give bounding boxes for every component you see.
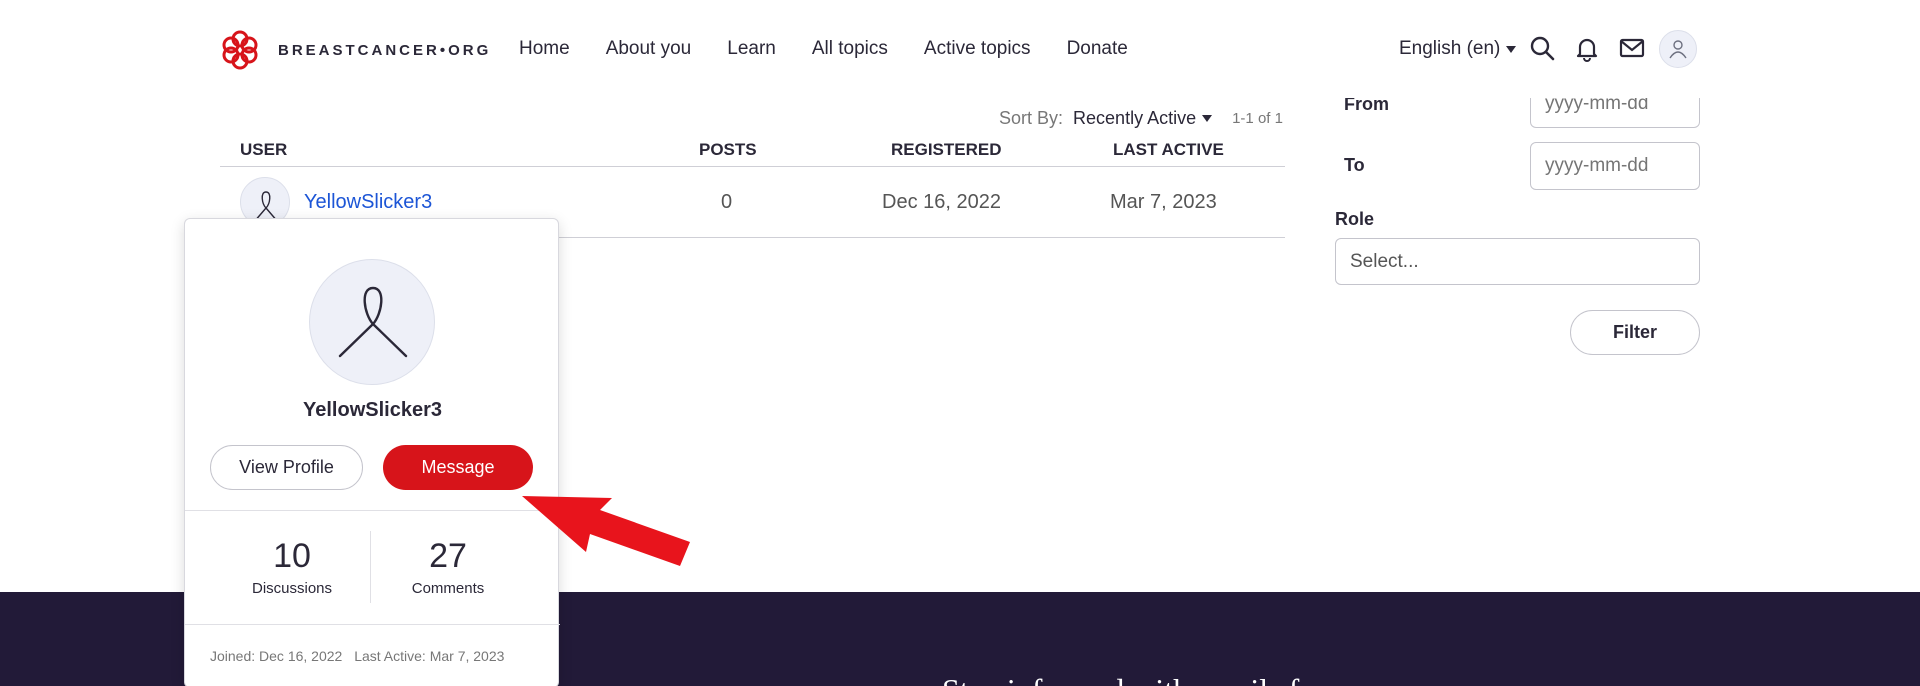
person-icon	[338, 286, 408, 358]
comments-label: Comments	[411, 580, 485, 597]
column-header-registered[interactable]: REGISTERED	[891, 140, 1002, 160]
to-label: To	[1344, 155, 1365, 175]
to-date-input[interactable]	[1530, 142, 1700, 190]
logo-text: BREASTCANCER•ORG	[278, 41, 492, 59]
bell-icon[interactable]	[1573, 34, 1601, 62]
divider	[185, 510, 560, 511]
role-select[interactable]: Select...	[1335, 238, 1700, 285]
divider	[220, 166, 1285, 167]
card-username: YellowSlicker3	[303, 399, 442, 421]
discussions-label: Discussions	[251, 580, 333, 597]
nav-all-topics[interactable]: All topics	[812, 38, 888, 60]
sort-label: Sort By:	[999, 108, 1064, 128]
mail-icon[interactable]	[1618, 34, 1646, 62]
logo-mark-icon	[222, 30, 258, 70]
nav-about-you[interactable]: About you	[606, 38, 692, 60]
sort-bar: Sort By: Recently Active 1-1 of 1	[999, 108, 1283, 129]
filter-button[interactable]: Filter	[1570, 310, 1700, 355]
nav-active-topics[interactable]: Active topics	[924, 38, 1031, 60]
footer-headline: Stay informed with emails from	[942, 672, 1351, 686]
card-footer: Joined: Dec 16, 2022 Last Active: Mar 7,…	[210, 648, 512, 664]
role-label: Role	[1335, 209, 1375, 229]
sort-dropdown[interactable]: Recently Active	[1073, 108, 1213, 129]
last-active-value: Mar 7, 2023	[1110, 191, 1217, 213]
nav-donate[interactable]: Donate	[1067, 38, 1128, 60]
column-header-last-active[interactable]: LAST ACTIVE	[1113, 140, 1224, 160]
registered-value: Dec 16, 2022	[882, 191, 1001, 213]
divider	[370, 531, 371, 603]
search-icon[interactable]	[1528, 34, 1556, 62]
user-link[interactable]: YellowSlicker3	[304, 191, 432, 214]
caret-down-icon	[1202, 115, 1213, 122]
sort-value: Recently Active	[1073, 108, 1197, 128]
language-label: English (en)	[1399, 38, 1501, 59]
nav-home[interactable]: Home	[519, 38, 570, 60]
view-profile-button[interactable]: View Profile	[210, 445, 363, 490]
last-active-date: Last Active: Mar 7, 2023	[354, 648, 505, 664]
discussions-stat[interactable]: 10 Discussions	[217, 537, 367, 597]
comments-stat[interactable]: 27 Comments	[373, 537, 523, 597]
nav-learn[interactable]: Learn	[727, 38, 776, 60]
language-selector[interactable]: English (en)	[1399, 38, 1517, 60]
site-logo[interactable]: BREASTCANCER•ORG	[218, 28, 491, 72]
person-icon	[1669, 40, 1687, 59]
main-nav: Home About you Learn All topics Active t…	[519, 38, 1164, 60]
discussions-count: 10	[273, 537, 311, 575]
avatar	[309, 259, 435, 385]
posts-value: 0	[721, 191, 733, 213]
site-header: BREASTCANCER•ORG Home About you Learn Al…	[0, 0, 1920, 98]
caret-down-icon	[1506, 45, 1517, 53]
comments-count: 27	[429, 537, 467, 575]
pagination-count: 1-1 of 1	[1232, 110, 1283, 127]
message-button[interactable]: Message	[383, 445, 533, 490]
column-header-posts[interactable]: POSTS	[699, 140, 757, 160]
divider	[185, 624, 560, 625]
user-hover-card: YellowSlicker3 View Profile Message 10 D…	[184, 218, 560, 686]
column-header-user[interactable]: USER	[240, 140, 287, 160]
user-avatar-icon[interactable]	[1659, 30, 1697, 68]
annotation-arrow-icon	[522, 496, 690, 566]
joined-date: Joined: Dec 16, 2022	[210, 648, 343, 664]
